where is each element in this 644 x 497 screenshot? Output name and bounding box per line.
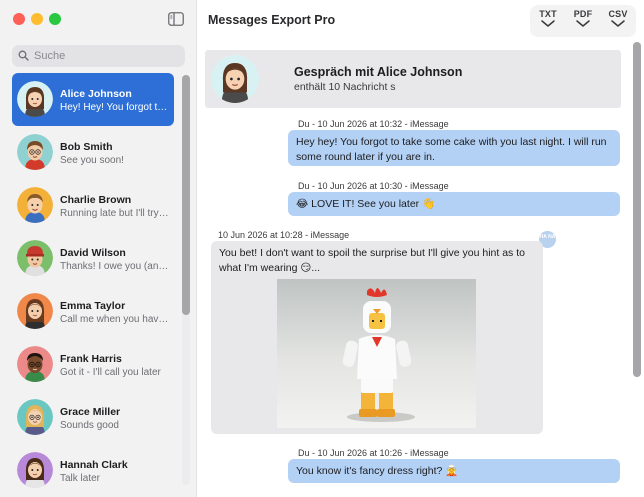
contact-item-hannah-clark[interactable]: Hannah Clark Talk later <box>12 444 174 497</box>
close-window-button[interactable] <box>13 13 25 25</box>
chevron-down-icon <box>541 20 555 27</box>
contact-preview: Running late but I'll try to make it <box>60 208 170 219</box>
avatar <box>17 452 53 488</box>
contact-name: Bob Smith <box>60 141 113 153</box>
export-pdf-button[interactable]: PDF <box>568 9 598 35</box>
incoming-message-text: You bet! I don't want to spoil the surpr… <box>219 247 525 274</box>
avatar <box>17 187 53 223</box>
sidebar: Alice Johnson Hey! Hey! You forgot to ta… <box>0 0 197 497</box>
message-meta: Du - 10 Jun 2026 at 10:32 - iMessage <box>298 119 449 129</box>
contact-item-david-wilson[interactable]: David Wilson Thanks! I owe you (and Sara… <box>12 232 174 285</box>
app-window: Alice Johnson Hey! Hey! You forgot to ta… <box>0 0 644 497</box>
zoom-window-button[interactable] <box>49 13 61 25</box>
contact-preview: Hey! Hey! You forgot to take some cake <box>60 102 170 113</box>
contact-item-frank-harris[interactable]: Frank Harris Got it - I'll call you late… <box>12 338 174 391</box>
contact-preview: Sounds good <box>60 420 119 431</box>
search-field[interactable] <box>12 45 185 67</box>
export-toolbar: TXT PDF CSV <box>530 5 636 37</box>
contact-preview: Talk later <box>60 473 101 484</box>
export-csv-button[interactable]: CSV <box>603 9 633 35</box>
outgoing-message-bubble: Hey hey! You forgot to take some cake wi… <box>288 130 620 166</box>
sidebar-toggle-icon[interactable] <box>168 12 184 26</box>
search-input[interactable] <box>34 47 179 65</box>
avatar <box>17 134 53 170</box>
contact-preview: Got it - I'll call you later <box>60 367 161 378</box>
contact-name: Hannah Clark <box>60 459 128 471</box>
contact-name: Emma Taylor <box>60 300 126 312</box>
contact-item-charlie-brown[interactable]: Charlie Brown Running late but I'll try … <box>12 179 174 232</box>
avatar <box>17 81 53 117</box>
contact-name: David Wilson <box>60 247 126 259</box>
chevron-down-icon <box>611 20 625 27</box>
message-count: enthält 10 Nachricht s <box>294 81 396 93</box>
minimize-window-button[interactable] <box>31 13 43 25</box>
search-icon <box>18 50 29 61</box>
contact-name: Alice Johnson <box>60 88 132 100</box>
contact-item-bob-smith[interactable]: Bob Smith See you soon! <box>12 126 174 179</box>
contact-preview: Thanks! I owe you (and Sarah) <box>60 261 170 272</box>
sidebar-scrollbar-thumb[interactable] <box>182 75 190 315</box>
contact-name: Frank Harris <box>60 353 122 365</box>
app-title: Messages Export Pro <box>208 13 336 27</box>
export-csv-label: CSV <box>608 9 628 19</box>
avatar <box>17 240 53 276</box>
export-txt-button[interactable]: TXT <box>533 9 563 35</box>
conversation-scrollbar-thumb[interactable] <box>633 42 641 377</box>
conversation-scrollbar[interactable] <box>633 42 641 377</box>
contact-item-emma-taylor[interactable]: Emma Taylor Call me when you have a mome… <box>12 285 174 338</box>
message-meta: Du - 10 Jun 2026 at 10:26 - iMessage <box>298 448 449 458</box>
message-meta: Du - 10 Jun 2026 at 10:30 - iMessage <box>298 181 449 191</box>
export-txt-label: TXT <box>539 9 557 19</box>
sidebar-scrollbar[interactable] <box>182 75 190 485</box>
contact-list: Alice Johnson Hey! Hey! You forgot to ta… <box>12 73 174 497</box>
contact-preview: See you soon! <box>60 155 124 166</box>
avatar <box>17 399 53 435</box>
contact-preview: Call me when you have a moment <box>60 314 170 325</box>
outgoing-message-bubble: You know it's fancy dress right? 🧝 <box>288 459 620 483</box>
contact-name: Grace Miller <box>60 406 121 418</box>
contact-name: Charlie Brown <box>60 194 132 206</box>
contact-item-alice-johnson[interactable]: Alice Johnson Hey! Hey! You forgot to ta… <box>12 73 174 126</box>
avatar <box>17 293 53 329</box>
conversation-header: Gespräch mit Alice Johnson enthält 10 Na… <box>205 50 621 108</box>
outgoing-message-bubble: 😂 LOVE IT! See you later 👋 <box>288 192 620 216</box>
message-meta: 10 Jun 2026 at 10:28 - iMessage <box>218 230 350 240</box>
export-pdf-label: PDF <box>573 9 593 19</box>
chevron-down-icon <box>576 20 590 27</box>
message-photo-lego-chicken[interactable] <box>277 279 476 428</box>
conversation-title: Gespräch mit Alice Johnson <box>294 65 463 79</box>
contact-item-grace-miller[interactable]: Grace Miller Sounds good <box>12 391 174 444</box>
avatar <box>17 346 53 382</box>
avatar <box>211 55 259 103</box>
